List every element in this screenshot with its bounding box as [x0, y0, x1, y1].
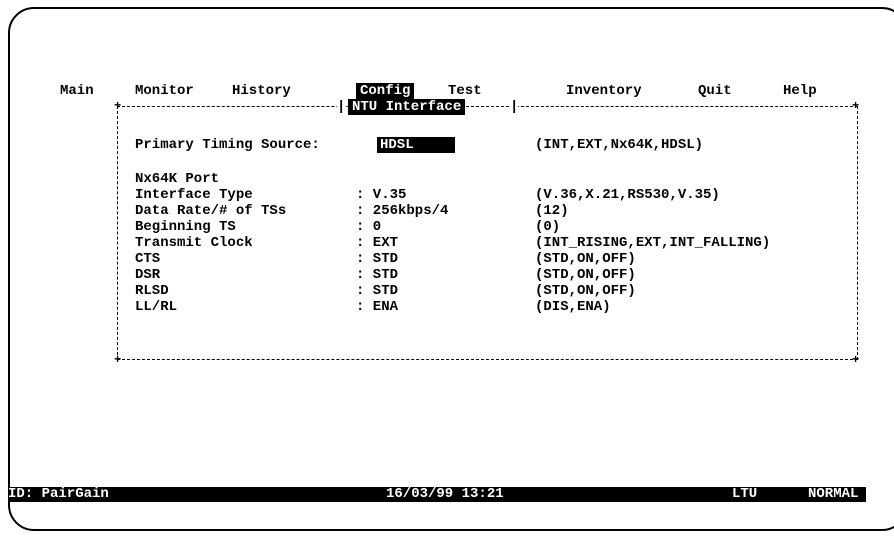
setting-options: (12)	[535, 203, 569, 219]
menu-item-main[interactable]: Main	[60, 83, 94, 99]
setting-label: Beginning TS	[135, 219, 236, 235]
setting-label: DSR	[135, 267, 161, 283]
setting-label: Interface Type	[135, 187, 253, 203]
primary-timing-field[interactable]: HDSL	[377, 137, 455, 153]
setting-label: CTS	[135, 251, 161, 267]
setting-label: Transmit Clock	[135, 235, 253, 251]
setting-options: (DIS,ENA)	[535, 299, 611, 315]
corner-top-left: +	[114, 99, 122, 113]
panel-title: NTU Interface	[348, 99, 466, 115]
setting-options: (STD,ON,OFF)	[535, 251, 636, 267]
menu-item-help[interactable]: Help	[783, 83, 817, 99]
menu-item-history[interactable]: History	[232, 83, 291, 99]
status-id: ID: PairGain	[8, 486, 109, 502]
setting-value[interactable]: : 0	[356, 219, 381, 235]
corner-bottom-left: +	[114, 353, 122, 367]
menu-item-quit[interactable]: Quit	[698, 83, 732, 99]
setting-value[interactable]: : 256kbps/4	[356, 203, 448, 219]
setting-options: (STD,ON,OFF)	[535, 267, 636, 283]
setting-value[interactable]: : STD	[356, 267, 398, 283]
menu-item-test[interactable]: Test	[448, 83, 482, 99]
primary-timing-options: (INT,EXT,Nx64K,HDSL)	[535, 137, 704, 153]
setting-value[interactable]: : STD	[356, 251, 398, 267]
menu-item-inventory[interactable]: Inventory	[566, 83, 642, 99]
menu-item-config[interactable]: Config	[356, 83, 415, 99]
panel-title-left-bar: |	[337, 99, 346, 115]
setting-options: (STD,ON,OFF)	[535, 283, 636, 299]
setting-label: Data Rate/# of TSs	[135, 203, 287, 219]
panel-title-right-bar: |	[510, 99, 519, 115]
setting-options: (V.36,X.21,RS530,V.35)	[535, 187, 720, 203]
setting-value[interactable]: : EXT	[356, 235, 398, 251]
setting-value[interactable]: : STD	[356, 283, 398, 299]
status-datetime: 16/03/99 13:21	[386, 486, 504, 502]
corner-bottom-right: +	[852, 353, 860, 367]
status-unit: LTU	[732, 486, 758, 502]
setting-value[interactable]: : V.35	[356, 187, 406, 203]
setting-value[interactable]: : ENA	[356, 299, 398, 315]
setting-options: (INT_RISING,EXT,INT_FALLING)	[535, 235, 771, 251]
menu-item-monitor[interactable]: Monitor	[135, 83, 194, 99]
setting-label: LL/RL	[135, 299, 178, 315]
setting-options: (0)	[535, 219, 561, 235]
section-header: Nx64K Port	[135, 171, 220, 187]
setting-label: RLSD	[135, 283, 169, 299]
primary-timing-label: Primary Timing Source:	[135, 137, 320, 153]
status-state: NORMAL	[808, 486, 859, 502]
corner-top-right: +	[852, 99, 860, 113]
